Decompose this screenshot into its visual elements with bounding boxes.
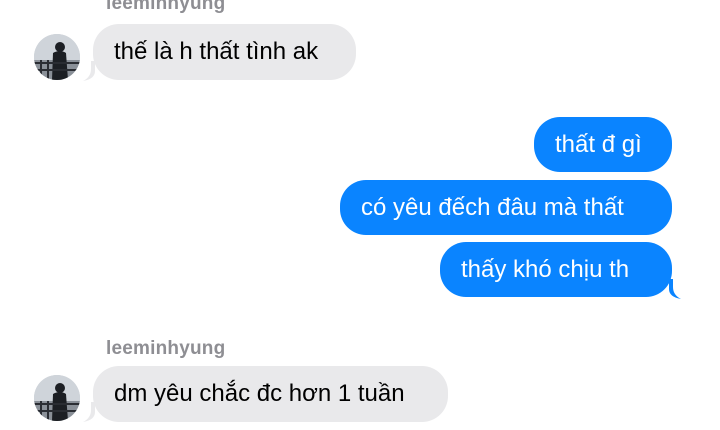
person-silhouette-icon [34,34,80,80]
message-bubble-outgoing[interactable]: thất đ gì [534,117,672,172]
message-bubble-outgoing[interactable]: có yêu đếch đâu mà thất [340,180,672,235]
message-bubble-incoming[interactable]: thế là h thất tình ak [93,24,356,80]
avatar[interactable] [34,375,80,421]
sender-name: leeminhyung [106,338,226,359]
person-silhouette-icon [34,375,80,421]
message-bubble-incoming[interactable]: dm yêu chắc đc hơn 1 tuần [93,366,448,422]
message-bubble-outgoing[interactable]: thấy khó chịu th [440,242,672,297]
sender-name: leeminhyung [106,0,226,14]
avatar[interactable] [34,34,80,80]
